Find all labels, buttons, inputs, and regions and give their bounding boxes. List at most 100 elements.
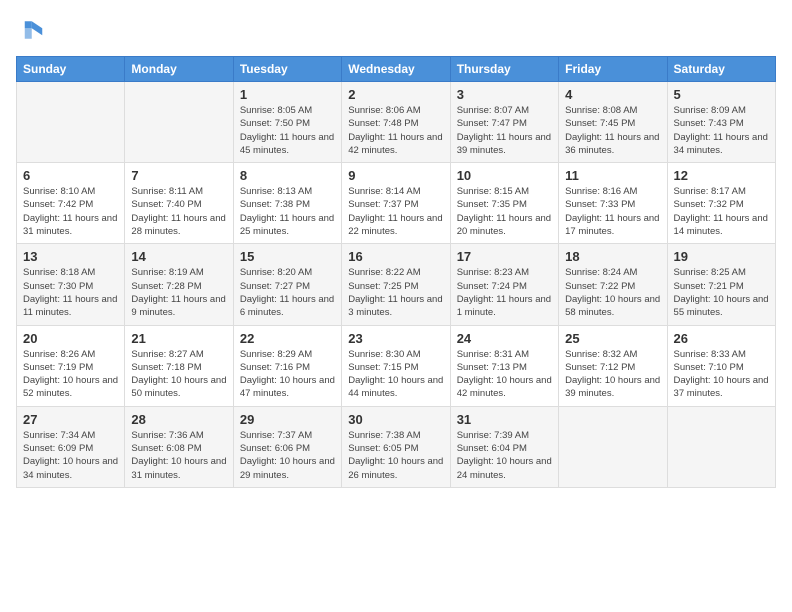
calendar-week-row: 27 Sunrise: 7:34 AM Sunset: 6:09 PM Dayli… — [17, 406, 776, 487]
day-info: Sunrise: 7:39 AM Sunset: 6:04 PM Dayligh… — [457, 429, 552, 482]
weekday-row: SundayMondayTuesdayWednesdayThursdayFrid… — [17, 57, 776, 82]
calendar-week-row: 20 Sunrise: 8:26 AM Sunset: 7:19 PM Dayli… — [17, 325, 776, 406]
day-info: Sunrise: 7:34 AM Sunset: 6:09 PM Dayligh… — [23, 429, 118, 482]
calendar-cell: 26 Sunrise: 8:33 AM Sunset: 7:10 PM Dayli… — [667, 325, 775, 406]
calendar-week-row: 6Sunrise: 8:10 AM Sunset: 7:42 PM Daylig… — [17, 163, 776, 244]
day-info: Sunrise: 8:10 AM Sunset: 7:42 PM Dayligh… — [23, 185, 118, 238]
day-number: 3 — [457, 87, 552, 102]
day-info: Sunrise: 7:38 AM Sunset: 6:05 PM Dayligh… — [348, 429, 443, 482]
calendar-week-row: 13 Sunrise: 8:18 AM Sunset: 7:30 PM Dayli… — [17, 244, 776, 325]
day-info: Sunrise: 8:08 AM Sunset: 7:45 PM Dayligh… — [565, 104, 660, 157]
calendar-header: SundayMondayTuesdayWednesdayThursdayFrid… — [17, 57, 776, 82]
day-number: 11 — [565, 168, 660, 183]
day-number: 10 — [457, 168, 552, 183]
day-number: 8 — [240, 168, 335, 183]
day-info: Sunrise: 8:22 AM Sunset: 7:25 PM Dayligh… — [348, 266, 443, 319]
day-number: 13 — [23, 249, 118, 264]
day-number: 12 — [674, 168, 769, 183]
day-number: 24 — [457, 331, 552, 346]
calendar-cell: 30 Sunrise: 7:38 AM Sunset: 6:05 PM Dayli… — [342, 406, 450, 487]
day-info: Sunrise: 8:23 AM Sunset: 7:24 PM Dayligh… — [457, 266, 552, 319]
calendar-cell: 2Sunrise: 8:06 AM Sunset: 7:48 PM Daylig… — [342, 82, 450, 163]
day-number: 20 — [23, 331, 118, 346]
day-number: 27 — [23, 412, 118, 427]
calendar-cell: 28Sunrise: 7:36 AM Sunset: 6:08 PM Dayli… — [125, 406, 233, 487]
weekday-header: Saturday — [667, 57, 775, 82]
day-info: Sunrise: 8:15 AM Sunset: 7:35 PM Dayligh… — [457, 185, 552, 238]
day-number: 1 — [240, 87, 335, 102]
weekday-header: Monday — [125, 57, 233, 82]
day-info: Sunrise: 8:25 AM Sunset: 7:21 PM Dayligh… — [674, 266, 769, 319]
calendar-cell: 25 Sunrise: 8:32 AM Sunset: 7:12 PM Dayli… — [559, 325, 667, 406]
logo — [16, 16, 48, 44]
day-info: Sunrise: 8:26 AM Sunset: 7:19 PM Dayligh… — [23, 348, 118, 401]
calendar-cell: 13 Sunrise: 8:18 AM Sunset: 7:30 PM Dayli… — [17, 244, 125, 325]
weekday-header: Wednesday — [342, 57, 450, 82]
calendar-cell: 14 Sunrise: 8:19 AM Sunset: 7:28 PM Dayli… — [125, 244, 233, 325]
header — [16, 16, 776, 44]
calendar-cell: 1Sunrise: 8:05 AM Sunset: 7:50 PM Daylig… — [233, 82, 341, 163]
day-number: 16 — [348, 249, 443, 264]
day-number: 15 — [240, 249, 335, 264]
calendar-cell: 15 Sunrise: 8:20 AM Sunset: 7:27 PM Dayli… — [233, 244, 341, 325]
calendar-cell: 18Sunrise: 8:24 AM Sunset: 7:22 PM Dayli… — [559, 244, 667, 325]
day-info: Sunrise: 8:16 AM Sunset: 7:33 PM Dayligh… — [565, 185, 660, 238]
calendar-cell: 9 Sunrise: 8:14 AM Sunset: 7:37 PM Daylig… — [342, 163, 450, 244]
calendar-cell: 6Sunrise: 8:10 AM Sunset: 7:42 PM Daylig… — [17, 163, 125, 244]
day-number: 31 — [457, 412, 552, 427]
day-number: 26 — [674, 331, 769, 346]
day-number: 23 — [348, 331, 443, 346]
calendar-cell — [125, 82, 233, 163]
calendar-cell: 16 Sunrise: 8:22 AM Sunset: 7:25 PM Dayli… — [342, 244, 450, 325]
day-info: Sunrise: 8:20 AM Sunset: 7:27 PM Dayligh… — [240, 266, 335, 319]
calendar-cell: 5 Sunrise: 8:09 AM Sunset: 7:43 PM Daylig… — [667, 82, 775, 163]
weekday-header: Tuesday — [233, 57, 341, 82]
day-info: Sunrise: 8:32 AM Sunset: 7:12 PM Dayligh… — [565, 348, 660, 401]
calendar-cell: 27 Sunrise: 7:34 AM Sunset: 6:09 PM Dayli… — [17, 406, 125, 487]
calendar-cell: 4Sunrise: 8:08 AM Sunset: 7:45 PM Daylig… — [559, 82, 667, 163]
day-info: Sunrise: 8:14 AM Sunset: 7:37 PM Dayligh… — [348, 185, 443, 238]
day-info: Sunrise: 8:19 AM Sunset: 7:28 PM Dayligh… — [131, 266, 226, 319]
day-info: Sunrise: 8:29 AM Sunset: 7:16 PM Dayligh… — [240, 348, 335, 401]
day-info: Sunrise: 8:06 AM Sunset: 7:48 PM Dayligh… — [348, 104, 443, 157]
day-number: 18 — [565, 249, 660, 264]
day-number: 25 — [565, 331, 660, 346]
calendar-cell: 17Sunrise: 8:23 AM Sunset: 7:24 PM Dayli… — [450, 244, 558, 325]
day-info: Sunrise: 8:27 AM Sunset: 7:18 PM Dayligh… — [131, 348, 226, 401]
day-number: 28 — [131, 412, 226, 427]
day-number: 29 — [240, 412, 335, 427]
logo-icon — [16, 16, 44, 44]
calendar-cell: 21 Sunrise: 8:27 AM Sunset: 7:18 PM Dayli… — [125, 325, 233, 406]
day-info: Sunrise: 8:09 AM Sunset: 7:43 PM Dayligh… — [674, 104, 769, 157]
calendar-cell: 3Sunrise: 8:07 AM Sunset: 7:47 PM Daylig… — [450, 82, 558, 163]
day-number: 7 — [131, 168, 226, 183]
calendar-cell: 20 Sunrise: 8:26 AM Sunset: 7:19 PM Dayli… — [17, 325, 125, 406]
calendar-cell: 7 Sunrise: 8:11 AM Sunset: 7:40 PM Daylig… — [125, 163, 233, 244]
calendar-cell: 11 Sunrise: 8:16 AM Sunset: 7:33 PM Dayli… — [559, 163, 667, 244]
page-container: SundayMondayTuesdayWednesdayThursdayFrid… — [0, 0, 792, 498]
calendar-cell — [667, 406, 775, 487]
day-number: 30 — [348, 412, 443, 427]
calendar-cell: 22Sunrise: 8:29 AM Sunset: 7:16 PM Dayli… — [233, 325, 341, 406]
day-number: 9 — [348, 168, 443, 183]
calendar-week-row: 1Sunrise: 8:05 AM Sunset: 7:50 PM Daylig… — [17, 82, 776, 163]
day-number: 19 — [674, 249, 769, 264]
calendar-cell — [17, 82, 125, 163]
calendar-cell: 31 Sunrise: 7:39 AM Sunset: 6:04 PM Dayli… — [450, 406, 558, 487]
day-number: 21 — [131, 331, 226, 346]
calendar-body: 1Sunrise: 8:05 AM Sunset: 7:50 PM Daylig… — [17, 82, 776, 488]
day-number: 5 — [674, 87, 769, 102]
calendar-cell — [559, 406, 667, 487]
calendar-cell: 24Sunrise: 8:31 AM Sunset: 7:13 PM Dayli… — [450, 325, 558, 406]
calendar-cell: 8Sunrise: 8:13 AM Sunset: 7:38 PM Daylig… — [233, 163, 341, 244]
calendar-table: SundayMondayTuesdayWednesdayThursdayFrid… — [16, 56, 776, 488]
day-info: Sunrise: 8:18 AM Sunset: 7:30 PM Dayligh… — [23, 266, 118, 319]
weekday-header: Friday — [559, 57, 667, 82]
day-info: Sunrise: 8:30 AM Sunset: 7:15 PM Dayligh… — [348, 348, 443, 401]
day-info: Sunrise: 8:33 AM Sunset: 7:10 PM Dayligh… — [674, 348, 769, 401]
day-number: 14 — [131, 249, 226, 264]
calendar-cell: 29 Sunrise: 7:37 AM Sunset: 6:06 PM Dayli… — [233, 406, 341, 487]
day-info: Sunrise: 7:37 AM Sunset: 6:06 PM Dayligh… — [240, 429, 335, 482]
day-info: Sunrise: 8:11 AM Sunset: 7:40 PM Dayligh… — [131, 185, 226, 238]
weekday-header: Thursday — [450, 57, 558, 82]
